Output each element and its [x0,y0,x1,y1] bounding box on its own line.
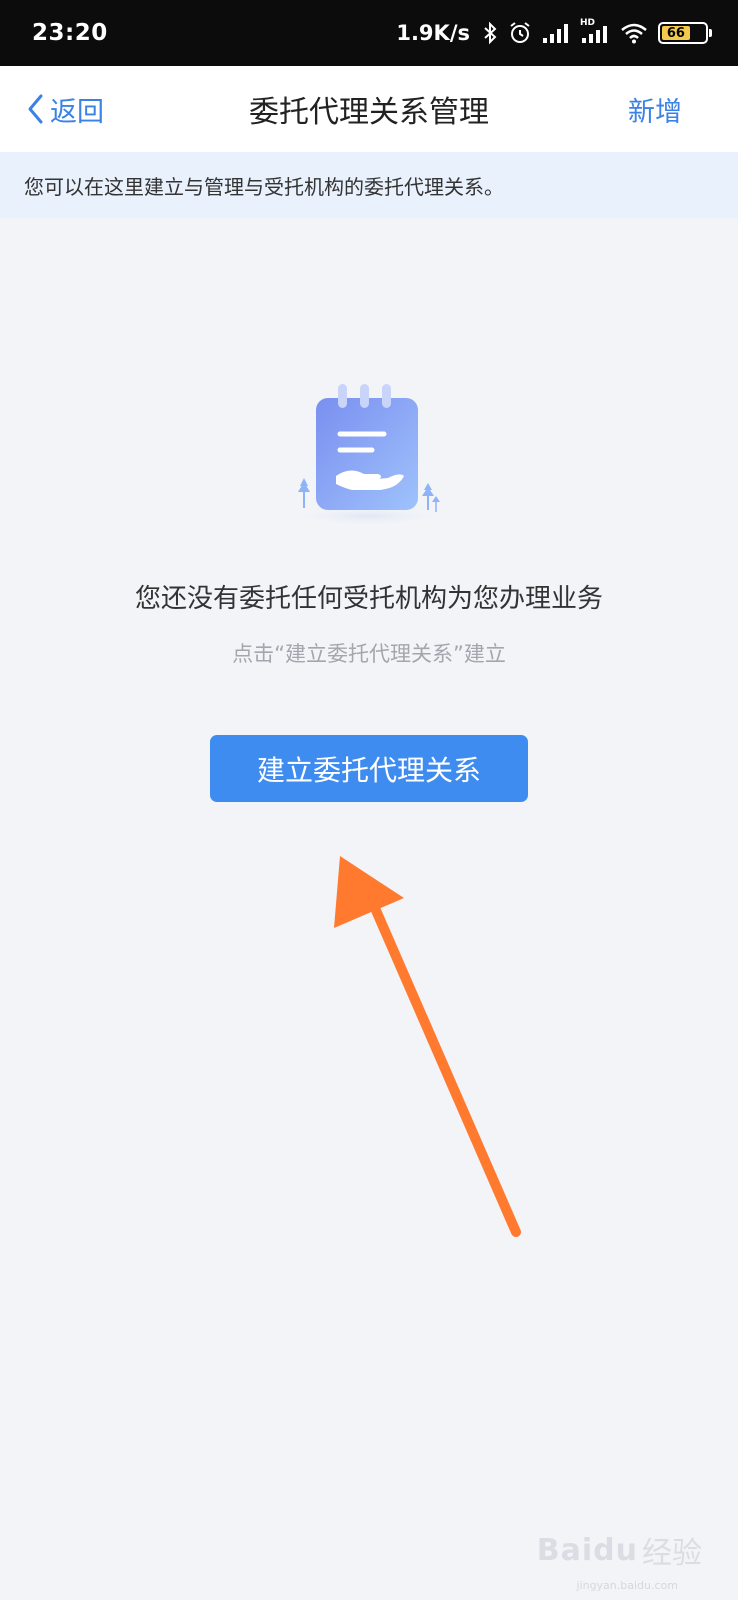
hd-label: HD [580,18,596,28]
signal-icon [542,22,570,44]
back-label: 返回 [50,96,104,128]
add-new-button[interactable]: 新增 [628,66,682,152]
hd-signal-icon: HD [580,18,610,44]
network-speed: 1.9K/s [396,21,470,45]
chevron-left-icon [26,93,44,125]
empty-state-illustration [280,384,460,534]
empty-state-title: 您还没有委托任何受托机构为您办理业务 [134,584,603,614]
watermark-brand: Baidu [536,1532,638,1568]
establish-agency-button[interactable]: 建立委托代理关系 [210,735,528,802]
empty-state-hint: 点击“建立委托代理关系”建立 [232,642,506,666]
baidu-watermark: Baidu 经验 [537,1528,702,1572]
status-time: 23:20 [32,20,108,46]
status-bar: 23:20 1.9K/s HD 66 [0,0,738,66]
battery-icon: 66 [658,22,712,44]
bluetooth-icon [482,21,498,45]
wifi-icon [620,22,648,44]
back-button[interactable]: 返回 [26,66,104,152]
battery-level: 66 [662,26,690,41]
watermark-url: jingyan.baidu.com [576,1579,678,1592]
navigation-bar: 返回 委托代理关系管理 新增 [0,66,738,152]
watermark-label: 经验 [642,1536,702,1571]
notice-text: 您可以在这里建立与管理与受托机构的委托代理关系。 [24,174,504,199]
status-icons: 1.9K/s HD 66 [396,18,712,45]
info-notice: 您可以在这里建立与管理与受托机构的委托代理关系。 [0,152,738,218]
alarm-icon [508,21,532,45]
